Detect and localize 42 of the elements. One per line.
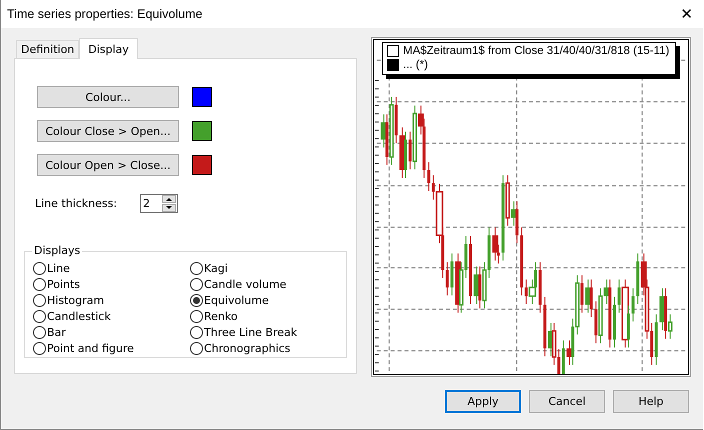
radio-option[interactable]: Point and figure — [33, 340, 190, 356]
colour-button[interactable]: Colour... — [37, 86, 179, 108]
radio-option[interactable]: Chronographics — [190, 340, 340, 356]
radio-button[interactable] — [190, 294, 203, 306]
colour-swatch[interactable] — [192, 155, 212, 175]
legend-label: ... (*) — [403, 59, 428, 71]
radio-button[interactable] — [190, 326, 203, 338]
radio-button[interactable] — [33, 326, 46, 338]
radio-option[interactable]: Candle volume — [190, 276, 340, 292]
dialog-button[interactable]: Apply — [445, 390, 521, 413]
radio-option[interactable]: Points — [33, 276, 190, 292]
radio-button[interactable] — [190, 278, 203, 290]
radio-option[interactable]: Kagi — [190, 260, 340, 276]
colour-button[interactable]: Colour Open > Close... — [37, 154, 179, 176]
radio-button[interactable] — [190, 262, 203, 274]
radio-option[interactable]: Candlestick — [33, 308, 190, 324]
tab[interactable]: Display — [79, 38, 138, 59]
colour-swatch[interactable] — [192, 121, 212, 141]
window-title: Time series properties: Equivolume — [6, 7, 202, 21]
radio-button[interactable] — [190, 342, 203, 354]
line-thickness-spinner[interactable]: 2 — [140, 194, 178, 213]
radio-button[interactable] — [33, 262, 46, 274]
tab[interactable]: Definition — [16, 40, 80, 58]
legend-label: MA$Zeitraum1$ from Close 31/40/40/31/818 (15-11) — [403, 45, 670, 57]
radio-button[interactable] — [33, 342, 46, 354]
dialog-button[interactable]: Cancel — [529, 390, 605, 413]
radio-option[interactable]: Renko — [190, 308, 340, 324]
radio-option[interactable]: Bar — [33, 324, 190, 340]
radio-button[interactable] — [190, 310, 203, 322]
group-title: Displays — [32, 244, 82, 257]
radio-button[interactable] — [33, 278, 46, 290]
colour-swatch[interactable] — [192, 87, 212, 107]
radio-button[interactable] — [33, 310, 46, 322]
radio-option[interactable]: Three Line Break — [190, 324, 340, 340]
radio-button[interactable] — [33, 294, 46, 306]
dialog-button[interactable]: Help — [613, 390, 689, 413]
close-button[interactable]: ✕ — [670, 0, 703, 28]
colour-button[interactable]: Colour Close > Open... — [37, 120, 179, 142]
line-thickness-label: Line thickness: — [35, 197, 118, 210]
radio-option[interactable]: Histogram — [33, 292, 190, 308]
radio-option[interactable]: Equivolume — [190, 292, 340, 308]
radio-option[interactable]: Line — [33, 260, 190, 276]
